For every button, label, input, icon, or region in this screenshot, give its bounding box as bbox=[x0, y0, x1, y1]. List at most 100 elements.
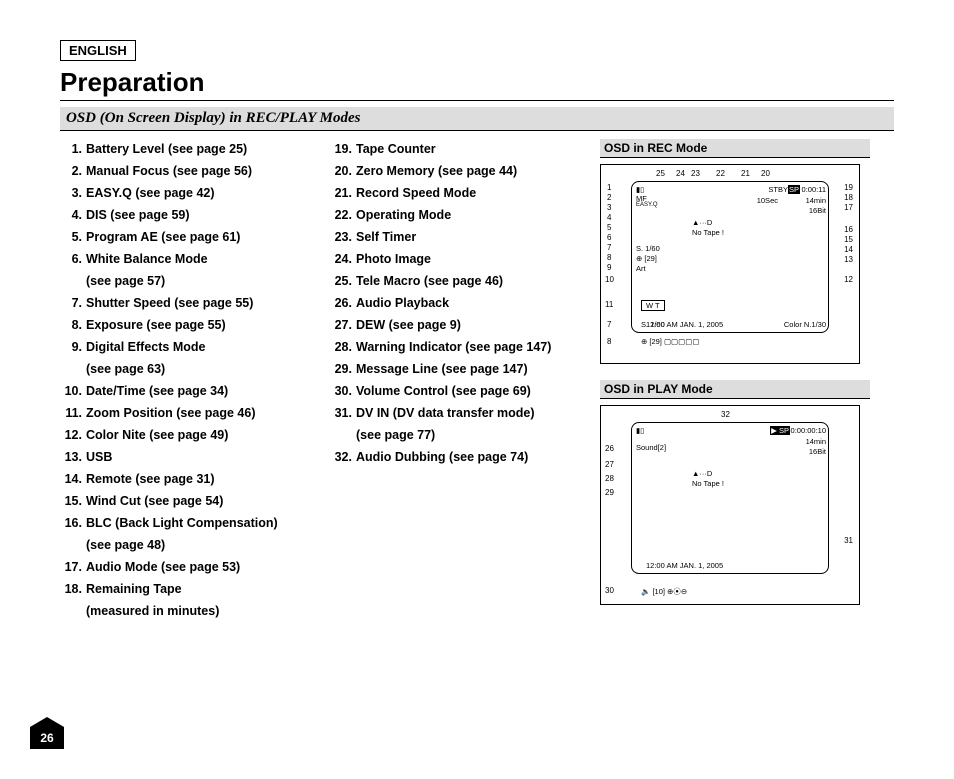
list-item: 9.Digital Effects Mode bbox=[60, 337, 310, 357]
list-item-text: Wind Cut (see page 54) bbox=[86, 494, 223, 508]
language-label: ENGLISH bbox=[60, 40, 136, 61]
list-item: (see page 57) bbox=[60, 271, 310, 291]
callout-15: 15 bbox=[844, 235, 853, 244]
callout-14: 14 bbox=[844, 245, 853, 254]
list-item-number: 22. bbox=[330, 205, 352, 225]
list-item-text: (see page 57) bbox=[86, 274, 165, 288]
list-item-number: 20. bbox=[330, 161, 352, 181]
list-item-text: Operating Mode bbox=[356, 208, 451, 222]
art-label: Art bbox=[636, 264, 646, 273]
list-item-number: 31. bbox=[330, 403, 352, 423]
audio-label-p: 16Bit bbox=[809, 447, 826, 456]
list-item: 5. Program AE (see page 61) bbox=[60, 227, 310, 247]
callout-29: 29 bbox=[605, 488, 614, 497]
tc-label-p: 0:00:00:10 bbox=[791, 426, 826, 435]
callout-30: 30 bbox=[605, 586, 614, 595]
wt-zoom: W T bbox=[641, 300, 665, 311]
list-item-number: 14. bbox=[60, 469, 82, 489]
list-item-text: Audio Playback bbox=[356, 296, 449, 310]
list-item-number: 32. bbox=[330, 447, 352, 467]
list-item: 31.DV IN (DV data transfer mode) bbox=[330, 403, 580, 423]
list-item: 7.Shutter Speed (see page 55) bbox=[60, 293, 310, 313]
list-item-text: DIS (see page 59) bbox=[86, 208, 190, 222]
list-item-text: EASY.Q (see page 42) bbox=[86, 186, 215, 200]
sound-label: Sound[2] bbox=[636, 443, 666, 452]
list-item: 29. Message Line (see page 147) bbox=[330, 359, 580, 379]
list-item: (see page 77) bbox=[330, 425, 580, 445]
section-subtitle: OSD (On Screen Display) in REC/PLAY Mode… bbox=[60, 107, 894, 131]
list-item-text: DEW (see page 9) bbox=[356, 318, 461, 332]
dew-label: ▲···D bbox=[692, 218, 712, 227]
list-item-text: Remote (see page 31) bbox=[86, 472, 215, 486]
callout-2: 2 bbox=[607, 193, 611, 202]
list-item-text: Zoom Position (see page 46) bbox=[86, 406, 255, 420]
callout-8: 8 bbox=[607, 253, 611, 262]
list-item: 18.Remaining Tape bbox=[60, 579, 310, 599]
list-item: 24.Photo Image bbox=[330, 249, 580, 269]
list-item-number: 11. bbox=[60, 403, 82, 423]
list-item-text: (see page 48) bbox=[86, 538, 165, 552]
list-item-number: 15. bbox=[60, 491, 82, 511]
osd-rec-diagram: ▮▯ MF EASY.Q S. 1/60 ⊕ [29] Art 12:00 AM… bbox=[600, 164, 860, 364]
list-item-number: 21. bbox=[330, 183, 352, 203]
sp-label: SP bbox=[788, 185, 800, 194]
list-item-text: Message Line (see page 147) bbox=[356, 362, 528, 376]
callout-27: 27 bbox=[605, 460, 614, 469]
list-item-text: Program AE (see page 61) bbox=[86, 230, 240, 244]
easyq-label: EASY.Q bbox=[636, 202, 658, 208]
list-item: 19.Tape Counter bbox=[330, 139, 580, 159]
exposure-b: ⊕ [29] ▢▢▢▢▢ bbox=[641, 337, 699, 346]
list-item: (measured in minutes) bbox=[60, 601, 310, 621]
list-item-text: (see page 63) bbox=[86, 362, 165, 376]
list-item-text: Volume Control (see page 69) bbox=[356, 384, 531, 398]
callout-18: 18 bbox=[844, 193, 853, 202]
list-item-text: Color Nite (see page 49) bbox=[86, 428, 228, 442]
list-item-text: Exposure (see page 55) bbox=[86, 318, 226, 332]
callout-10: 10 bbox=[605, 275, 614, 284]
list-item-text: Audio Dubbing (see page 74) bbox=[356, 450, 528, 464]
list-item-text: Remaining Tape bbox=[86, 582, 182, 596]
list-item: 8.Exposure (see page 55) bbox=[60, 315, 310, 335]
page-title: Preparation bbox=[60, 67, 894, 101]
list-item-text: Warning Indicator (see page 147) bbox=[356, 340, 551, 354]
callout-4: 4 bbox=[607, 213, 611, 222]
list-item-text: White Balance Mode bbox=[86, 252, 208, 266]
list-item-number: 9. bbox=[60, 337, 82, 357]
list-item-text: Record Speed Mode bbox=[356, 186, 476, 200]
list-item-text: (measured in minutes) bbox=[86, 604, 219, 618]
rec-mode-heading: OSD in REC Mode bbox=[600, 139, 870, 158]
page-number: 26 bbox=[40, 731, 53, 745]
datetime-label-p: 12:00 AM JAN. 1, 2005 bbox=[646, 561, 723, 570]
remain-label-p: 14min bbox=[806, 437, 826, 446]
list-item-text: Battery Level (see page 25) bbox=[86, 142, 247, 156]
list-item: 32. Audio Dubbing (see page 74) bbox=[330, 447, 580, 467]
callout-1: 1 bbox=[607, 183, 611, 192]
list-item: 10.Date/Time (see page 34) bbox=[60, 381, 310, 401]
list-item-text: Photo Image bbox=[356, 252, 431, 266]
list-item-text: Audio Mode (see page 53) bbox=[86, 560, 240, 574]
list-item-text: Manual Focus (see page 56) bbox=[86, 164, 252, 178]
sp-label-p: ▶ SP bbox=[770, 426, 790, 435]
list-item: 26.Audio Playback bbox=[330, 293, 580, 313]
list-item-number: 19. bbox=[330, 139, 352, 159]
audio-label: 16Bit bbox=[809, 206, 826, 215]
list-item: (see page 63) bbox=[60, 359, 310, 379]
list-item-number: 2. bbox=[60, 161, 82, 181]
callout-7b: 7 bbox=[607, 320, 611, 329]
list-item-number: 29. bbox=[330, 359, 352, 379]
list-item-text: Tele Macro (see page 46) bbox=[356, 274, 503, 288]
content-row: 1.Battery Level (see page 25)2.Manual Fo… bbox=[60, 139, 894, 623]
callout-24: 24 bbox=[676, 169, 685, 178]
list-item: 2. Manual Focus (see page 56) bbox=[60, 161, 310, 181]
list-item: 12.Color Nite (see page 49) bbox=[60, 425, 310, 445]
callout-9: 9 bbox=[607, 263, 611, 272]
osd-play-diagram: ▮▯ Sound[2] ▶ SP 0:00:00:10 14min 16Bit … bbox=[600, 405, 860, 605]
list-item: 21. Record Speed Mode bbox=[330, 183, 580, 203]
play-mode-heading: OSD in PLAY Mode bbox=[600, 380, 870, 399]
list-item-number: 25. bbox=[330, 271, 352, 291]
list-item: 20.Zero Memory (see page 44) bbox=[330, 161, 580, 181]
list-item: 17.Audio Mode (see page 53) bbox=[60, 557, 310, 577]
remain-label: 14min bbox=[806, 196, 826, 205]
list-item-number: 30. bbox=[330, 381, 352, 401]
list-item-number: 5. bbox=[60, 227, 82, 247]
